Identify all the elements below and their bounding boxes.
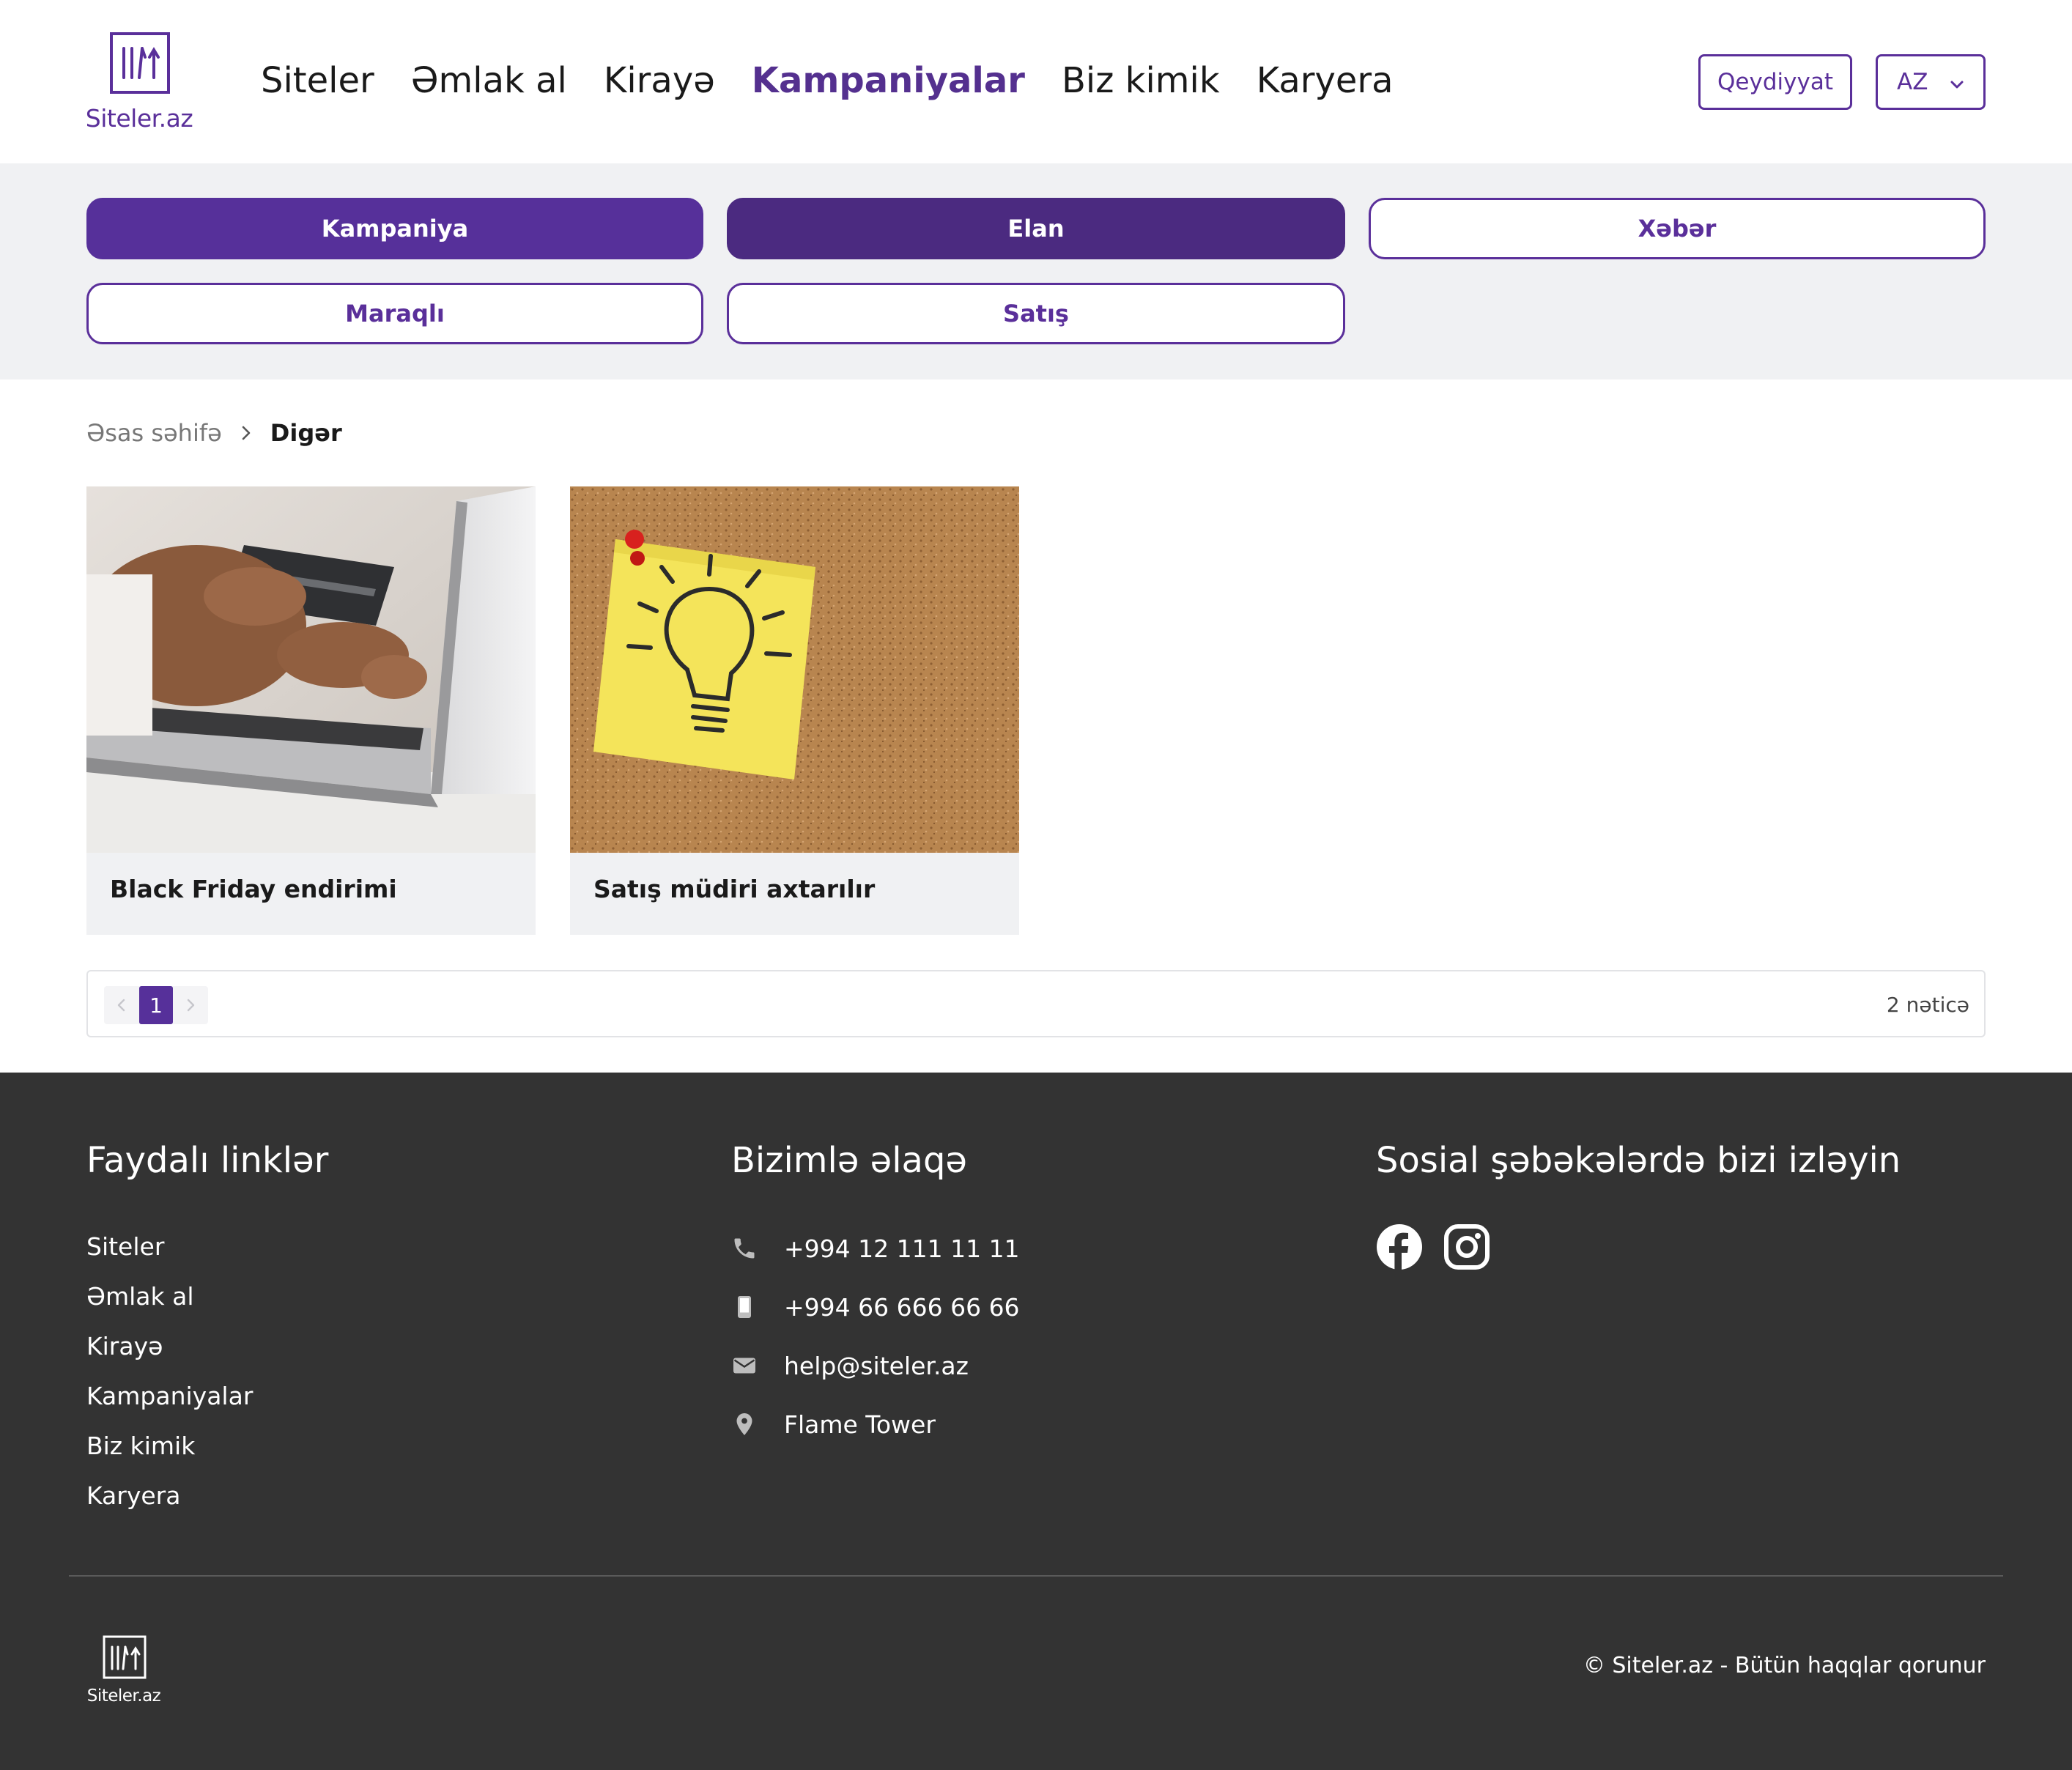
- nav-item-emlak-al[interactable]: Əmlak al: [411, 57, 567, 104]
- breadcrumb: Əsas səhifə Digər: [86, 415, 342, 451]
- card-title[interactable]: Satış müdiri axtarılır: [593, 875, 875, 903]
- nav-item-siteler[interactable]: Siteler: [261, 57, 374, 104]
- pager: 1: [104, 986, 208, 1024]
- contact-phone[interactable]: +994 12 111 11 11: [731, 1219, 1020, 1278]
- contact-mobile[interactable]: +994 66 666 66 66: [731, 1278, 1020, 1336]
- footer-link-biz-kimik[interactable]: Biz kimik: [86, 1432, 253, 1481]
- post-card[interactable]: Black Friday endirimi: [86, 486, 536, 935]
- contact-title: Bizimlə əlaqə: [731, 1140, 967, 1181]
- logo-text: Siteler.az: [85, 104, 193, 133]
- card-image-laptop[interactable]: [86, 486, 536, 853]
- category-filter-bar: Kampaniya Elan Xəbər Maraqlı Satış: [0, 163, 2072, 379]
- language-value: AZ: [1897, 69, 1928, 95]
- register-button[interactable]: Qeydiyyat: [1698, 54, 1852, 110]
- nav-item-karyera[interactable]: Karyera: [1257, 57, 1394, 104]
- instagram-icon[interactable]: [1443, 1223, 1490, 1270]
- useful-links-title: Faydalı linklər: [86, 1140, 329, 1181]
- language-select[interactable]: AZ: [1876, 54, 1986, 110]
- result-count: 2 nəticə: [1886, 993, 1969, 1017]
- prev-page-button[interactable]: [104, 986, 139, 1024]
- footer-divider: [69, 1575, 2003, 1577]
- filter-satis[interactable]: Satış: [727, 283, 1345, 344]
- site-header: Siteler.az Siteler Əmlak al Kirayə Kampa…: [0, 0, 2072, 163]
- filter-kampaniya[interactable]: Kampaniya: [86, 198, 703, 259]
- filter-xeber[interactable]: Xəbər: [1369, 198, 1986, 259]
- footer-logo[interactable]: Siteler.az: [84, 1635, 164, 1708]
- nav-item-biz-kimik[interactable]: Biz kimik: [1062, 57, 1220, 104]
- chevron-right-icon: [187, 999, 195, 1012]
- location-icon: [731, 1410, 784, 1439]
- pagination-bar: 1 2 nəticə: [86, 970, 1986, 1037]
- site-footer: Faydalı linklər Siteler Əmlak al Kirayə …: [0, 1073, 2072, 1770]
- logo-mark-icon: [110, 32, 170, 94]
- site-logo[interactable]: Siteler.az: [85, 32, 193, 135]
- copyright-text: © Siteler.az - Bütün haqqlar qorunur: [1583, 1653, 1986, 1678]
- footer-logo-text: Siteler.az: [86, 1686, 161, 1706]
- contact-mobile-text: +994 66 666 66 66: [784, 1292, 1020, 1322]
- footer-link-emlak-al[interactable]: Əmlak al: [86, 1282, 253, 1332]
- card-image-lightbulb[interactable]: [570, 486, 1019, 853]
- card-title[interactable]: Black Friday endirimi: [110, 875, 397, 903]
- contact-email-text: help@siteler.az: [784, 1351, 969, 1380]
- contact-email[interactable]: help@siteler.az: [731, 1336, 1020, 1395]
- chevron-left-icon: [117, 999, 125, 1012]
- contact-location[interactable]: Flame Tower: [731, 1395, 1020, 1454]
- chevron-down-icon: [1950, 81, 1964, 89]
- main-nav: Siteler Əmlak al Kirayə Kampaniyalar Biz…: [261, 57, 1394, 104]
- filter-maraqli[interactable]: Maraqlı: [86, 283, 703, 344]
- contact-location-text: Flame Tower: [784, 1410, 936, 1439]
- social-title: Sosial şəbəkələrdə bizi izləyin: [1376, 1140, 1901, 1181]
- next-page-button[interactable]: [173, 986, 208, 1024]
- contact-list: +994 12 111 11 11 +994 66 666 66 66 help…: [731, 1219, 1020, 1454]
- social-links: [1376, 1223, 1490, 1270]
- mail-icon: [731, 1351, 784, 1380]
- phone-icon: [731, 1234, 784, 1263]
- footer-link-kiraye[interactable]: Kirayə: [86, 1332, 253, 1382]
- contact-phone-text: +994 12 111 11 11: [784, 1234, 1020, 1263]
- nav-item-kampaniyalar[interactable]: Kampaniyalar: [752, 57, 1025, 104]
- post-card[interactable]: Satış müdiri axtarılır: [570, 486, 1019, 935]
- filter-elan[interactable]: Elan: [727, 198, 1345, 259]
- logo-mark-icon: [103, 1635, 147, 1679]
- nav-item-kiraye[interactable]: Kirayə: [604, 57, 715, 104]
- footer-link-kampaniyalar[interactable]: Kampaniyalar: [86, 1382, 253, 1432]
- footer-link-karyera[interactable]: Karyera: [86, 1481, 253, 1531]
- breadcrumb-home-link[interactable]: Əsas səhifə: [86, 419, 222, 447]
- chevron-right-icon: [242, 426, 251, 440]
- facebook-icon[interactable]: [1376, 1223, 1423, 1270]
- footer-link-siteler[interactable]: Siteler: [86, 1232, 253, 1282]
- useful-links-list: Siteler Əmlak al Kirayə Kampaniyalar Biz…: [86, 1232, 253, 1531]
- page-number-button[interactable]: 1: [139, 986, 173, 1024]
- mobile-icon: [731, 1292, 784, 1322]
- breadcrumb-current: Digər: [270, 419, 342, 447]
